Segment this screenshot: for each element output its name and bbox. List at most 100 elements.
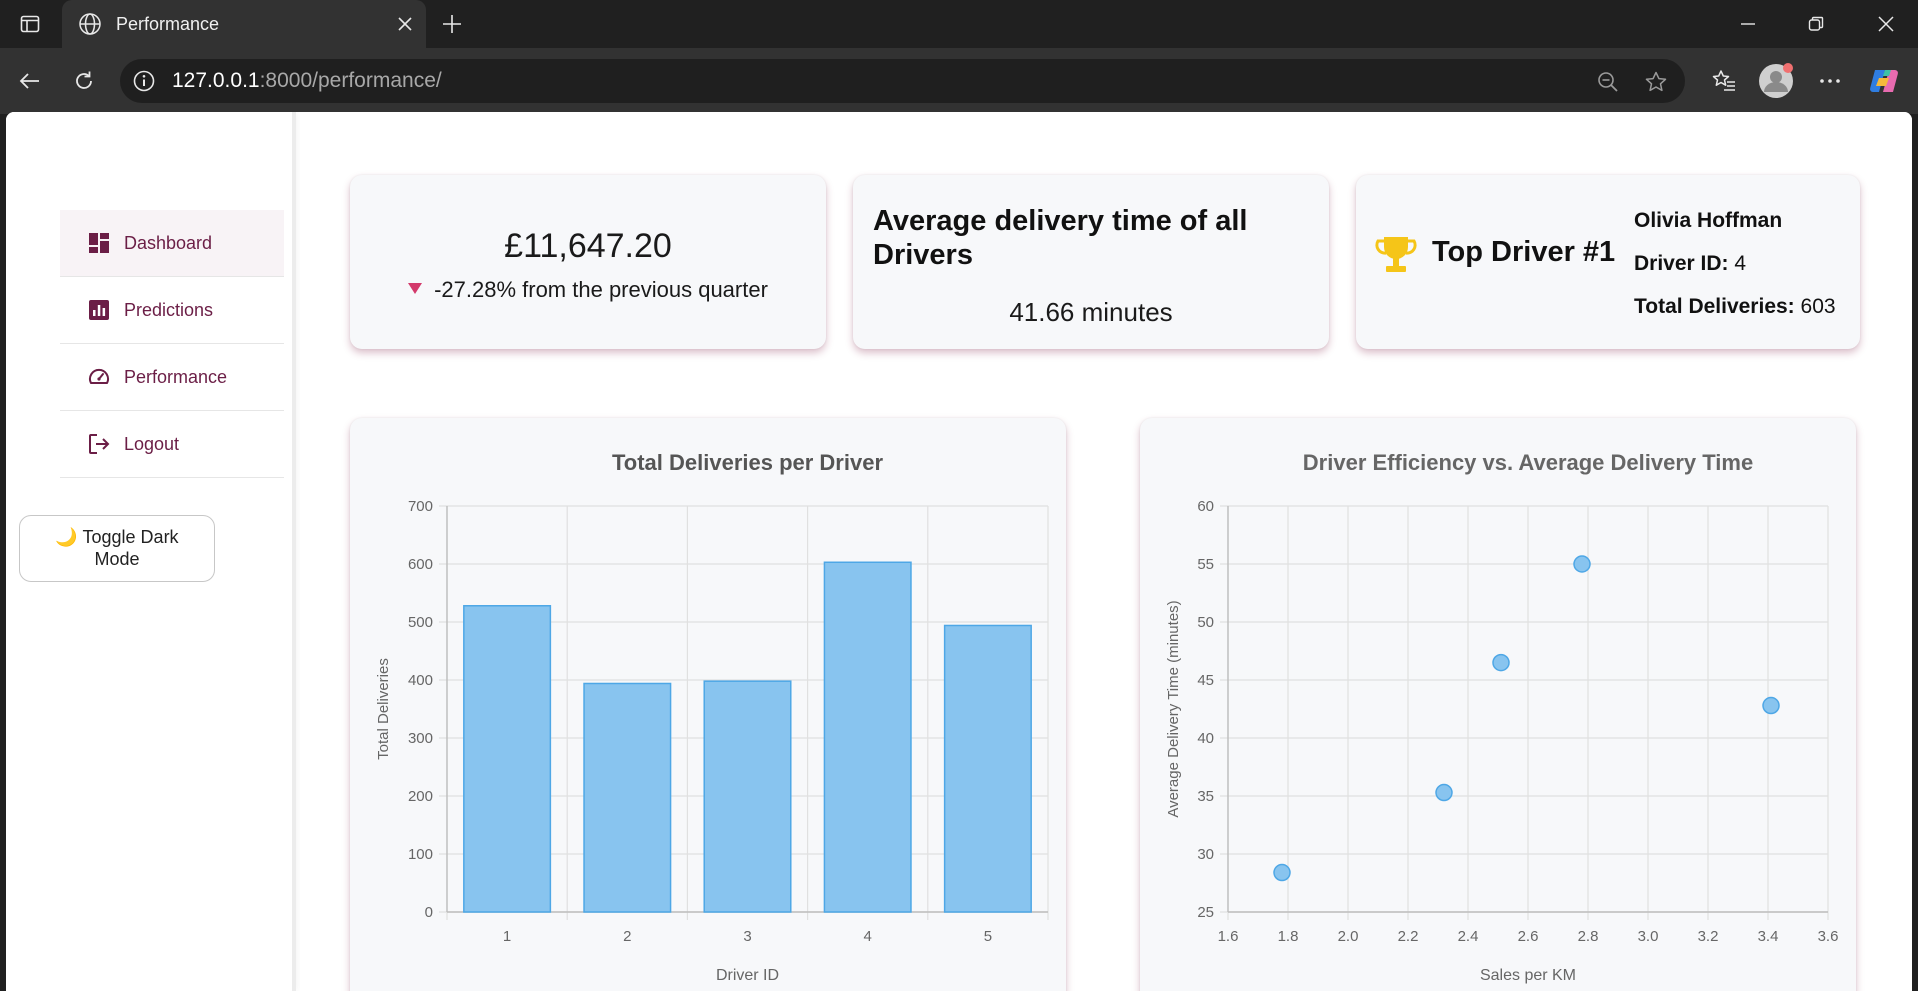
sidebar-item-label: Predictions [124,299,214,320]
deliveries-chart-card: Total Deliveries per Driver 0 100 200 300 400… [350,418,1066,991]
y-tick-label: 25 [1197,904,1214,921]
chart-title: Driver Efficiency vs. Average Delivery T… [1303,450,1753,475]
minimize-icon[interactable] [1720,0,1776,48]
tab-title: Performance [116,14,220,34]
bar-driver-4 [823,561,912,913]
bar-driver-2 [583,682,672,913]
top-driver-title: Top Driver #1 [1432,236,1616,268]
x-axis-label: Sales per KM [1480,967,1576,984]
browser-tab-bar: Performance [0,0,1918,48]
top-driver-deliveries: Total Deliveries: 603 [1634,295,1836,319]
y-tick-label: 45 [1197,672,1214,689]
url-host: 127.0.0.1 [172,69,260,92]
url-text: 127.0.0.1:8000/performance/ [172,69,442,93]
y-axis-label: Average Delivery Time (minutes) [1165,600,1182,817]
bar-chart-icon [88,299,110,321]
y-tick-label: 600 [408,556,433,573]
y-tick-label: 0 [425,904,433,921]
web-page: Dashboard Predictions Performance Logout [6,112,1912,991]
scatter-point-4 [1573,555,1591,573]
y-tick-label: 500 [408,614,433,631]
y-tick-label: 50 [1197,614,1214,631]
sidebar-item-logout[interactable]: Logout [60,411,284,478]
top-driver-id: Driver ID: 4 [1634,252,1746,276]
x-tick-label: 2.2 [1398,928,1419,945]
x-tick-label: 3 [743,928,751,945]
y-axis-label: Total Deliveries [375,658,392,760]
x-tick-label: 2.8 [1578,928,1599,945]
x-tick-label: 3.6 [1818,928,1839,945]
top-driver-card: Top Driver #1 Olivia Hoffman Driver ID: … [1356,175,1860,349]
x-tick-label: 4 [864,928,872,945]
sidebar-toggle-icon[interactable] [2,0,58,48]
revenue-change-text: -27.28% from the previous quarter [434,277,768,302]
y-tick-label: 60 [1197,498,1214,515]
x-tick-label: 3.2 [1698,928,1719,945]
url-path: :8000/performance/ [259,69,442,92]
x-tick-label: 2.4 [1458,928,1479,945]
favorite-star-icon[interactable] [1643,69,1669,95]
sidebar-menu: Dashboard Predictions Performance Logout [60,210,284,478]
driver-id-label: Driver ID: [1634,252,1729,275]
sidebar-item-label: Dashboard [124,232,213,253]
top-driver-name-text: Olivia Hoffman [1634,209,1783,232]
x-tick-label: 2.0 [1338,928,1359,945]
total-deliveries-label: Total Deliveries: [1634,295,1795,318]
y-tick-label: 300 [408,730,433,747]
efficiency-scatter-chart: Driver Efficiency vs. Average Delivery T… [1165,450,1839,984]
globe-icon [78,12,102,41]
sidebar: Dashboard Predictions Performance Logout [6,112,296,991]
logout-icon [88,433,110,455]
x-tick-label: 2 [623,928,631,945]
main-content: £11,647.20 -27.28% from the previous qua… [300,112,1912,991]
x-tick-label: 1.8 [1278,928,1299,945]
revenue-card: £11,647.20 -27.28% from the previous qua… [350,175,826,349]
y-tick-label: 400 [408,672,433,689]
x-tick-label: 3.0 [1638,928,1659,945]
browser-tab-active[interactable]: Performance [62,0,426,48]
bar-driver-1 [463,605,552,913]
x-tick-label: 5 [984,928,992,945]
toggle-dark-mode-button[interactable]: 🌙 Toggle Dark Mode [19,515,215,582]
gauge-icon [88,366,110,388]
revenue-change: -27.28% from the previous quarter [350,277,826,303]
avg-delivery-value: 41.66 minutes [1009,297,1173,327]
favorites-icon[interactable] [1706,63,1742,99]
close-window-icon[interactable] [1858,0,1914,48]
x-tick-label: 1.6 [1218,928,1239,945]
scatter-point-3 [1492,653,1510,672]
y-tick-label: 55 [1197,556,1214,573]
scatter-point-1 [1273,863,1291,882]
scatter-point-2 [1435,783,1453,802]
sidebar-item-label: Logout [124,433,180,454]
trophy-icon [1374,233,1418,277]
revenue-value: £11,647.20 [504,227,672,265]
restore-icon[interactable] [1788,0,1844,48]
sidebar-item-performance[interactable]: Performance [60,344,284,411]
more-options-icon[interactable] [1812,63,1848,99]
reload-icon[interactable] [66,63,102,99]
sidebar-item-label: Performance [124,366,228,387]
sidebar-item-dashboard[interactable]: Dashboard [60,210,284,277]
x-axis-label: Driver ID [716,967,779,984]
url-field[interactable]: 127.0.0.1:8000/performance/ [120,59,1685,103]
zoom-out-icon[interactable] [1595,69,1621,95]
y-tick-label: 40 [1197,730,1214,747]
y-tick-label: 30 [1197,846,1214,863]
avg-delivery-card: Average delivery time of all Drivers 41.… [853,175,1329,349]
copilot-icon[interactable] [1866,63,1902,99]
new-tab-icon[interactable] [438,10,466,38]
bar-driver-5 [943,624,1032,913]
back-arrow-icon[interactable] [12,63,48,99]
y-tick-label: 100 [408,846,433,863]
avg-delivery-title: Average delivery time of all Drivers [873,205,1248,271]
dashboard-icon [88,232,110,254]
deliveries-bar-chart: Total Deliveries per Driver 0 100 200 300 400… [375,450,1049,984]
y-tick-label: 200 [408,788,433,805]
tab-close-icon[interactable] [394,13,416,35]
sidebar-item-predictions[interactable]: Predictions [60,277,284,344]
site-info-icon[interactable] [132,69,156,98]
efficiency-chart-card: Driver Efficiency vs. Average Delivery T… [1140,418,1856,991]
profile-avatar-icon[interactable] [1758,63,1794,99]
bar-driver-3 [703,680,792,913]
